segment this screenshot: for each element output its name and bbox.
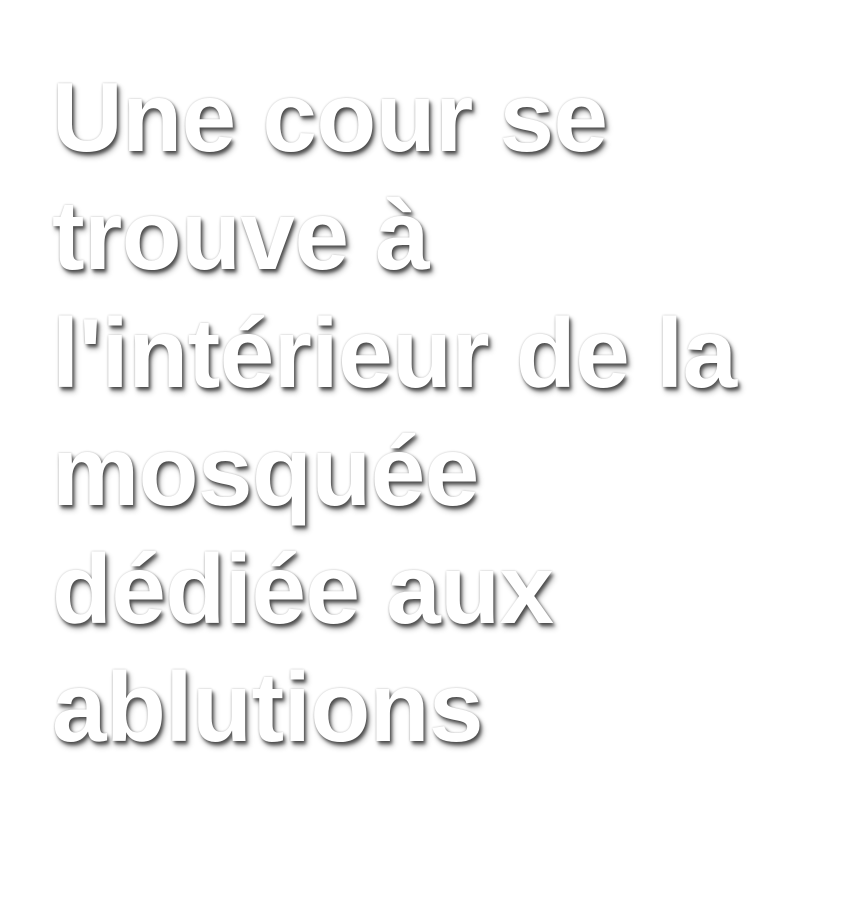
caption-slide: Une cour se trouve à l'intérieur de la m… xyxy=(0,0,844,902)
caption-text: Une cour se trouve à l'intérieur de la m… xyxy=(52,58,832,766)
caption-line-6: ablutions xyxy=(52,652,484,762)
caption-line-5: dédiée aux xyxy=(52,534,554,644)
caption-line-4: mosquée xyxy=(52,416,479,526)
caption-line-2: trouve à xyxy=(52,180,430,290)
caption-line-1: Une cour se xyxy=(52,62,608,172)
caption-line-3: l'intérieur de la xyxy=(52,298,737,408)
